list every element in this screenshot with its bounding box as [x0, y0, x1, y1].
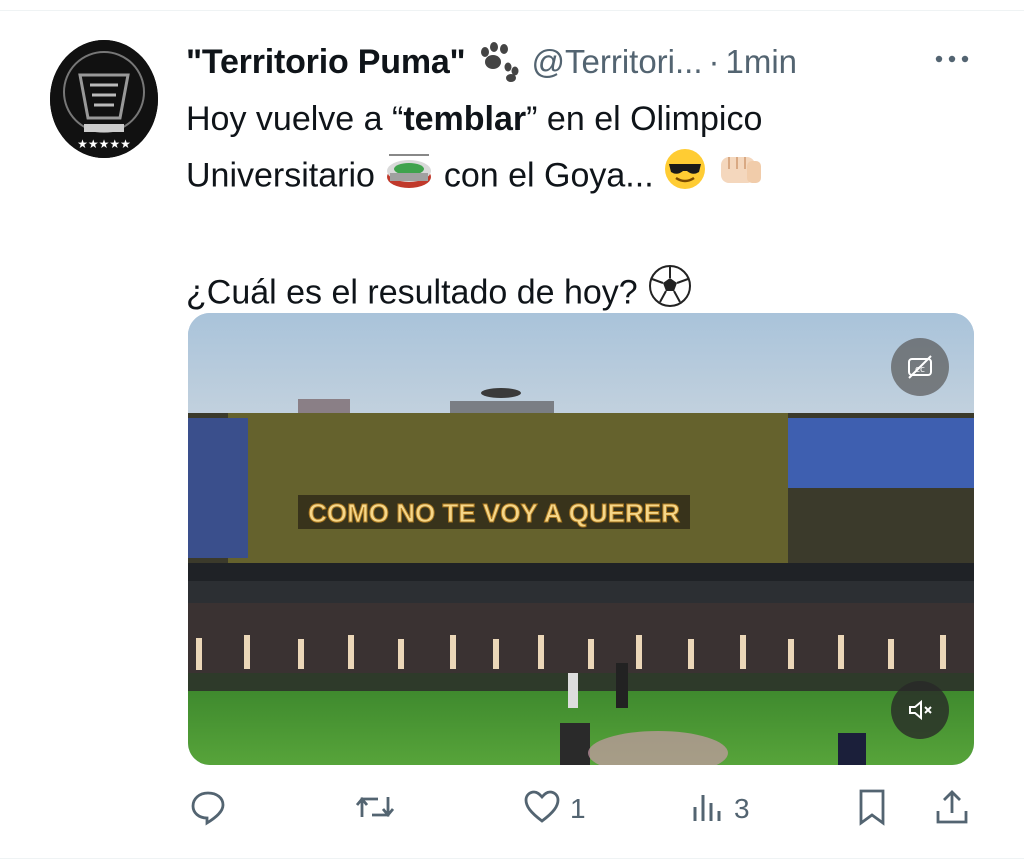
like-button[interactable]: 1 [522, 784, 586, 834]
handle[interactable]: @Territori... [531, 43, 702, 81]
bookmark-icon [854, 787, 890, 832]
share-button[interactable] [932, 784, 972, 834]
avatar[interactable]: ★★★★★ [50, 40, 158, 158]
views-button[interactable]: 3 [690, 784, 750, 834]
text-segment: con el Goya... [443, 156, 654, 195]
mute-icon[interactable] [891, 681, 949, 739]
closed-captions-icon[interactable]: cc [891, 338, 949, 396]
bookmark-button[interactable] [854, 784, 890, 834]
like-count: 1 [570, 793, 586, 824]
more-icon[interactable] [932, 44, 972, 74]
text-segment: ” en el Olimpico [526, 100, 763, 138]
stadium-emoji-icon [384, 147, 434, 208]
video-banner-text: COMO NO TE VOY A QUERER [308, 498, 680, 528]
repost-icon [354, 787, 396, 832]
top-divider [0, 10, 1024, 11]
reply-icon [188, 787, 228, 832]
paw-icon [477, 42, 521, 82]
views-icon [690, 787, 726, 832]
reply-button[interactable] [188, 784, 236, 834]
tweet-text: Hoy vuelve a “temblar” en el Olimpico Un… [186, 92, 966, 326]
like-icon [522, 787, 562, 832]
tweet-header: "Territorio Puma" @Territori... · 1min [186, 40, 986, 84]
timestamp[interactable]: 1min [726, 43, 798, 81]
text-segment: Universitario [186, 156, 375, 195]
svg-text:★★★★★: ★★★★★ [77, 137, 131, 151]
text-segment: Hoy vuelve a “ [186, 100, 404, 138]
avatar-logo: ★★★★★ [50, 40, 158, 158]
action-bar: 1 3 [186, 784, 976, 834]
video-player[interactable]: COMO NO TE VOY A QUERER cc [188, 313, 974, 765]
tweet-line-2: Universitario con el Goya... [186, 147, 966, 208]
text-bold: temblar [403, 100, 527, 138]
separator-dot: · [708, 43, 720, 80]
display-name[interactable]: "Territorio Puma" [186, 43, 466, 82]
video-frame: COMO NO TE VOY A QUERER [188, 313, 974, 765]
views-count: 3 [734, 793, 750, 824]
share-icon [932, 787, 972, 832]
bottom-divider [0, 858, 1024, 859]
repost-button[interactable] [354, 784, 404, 834]
text-segment: ¿Cuál es el resultado de hoy? [186, 273, 638, 312]
tweet-line-1: Hoy vuelve a “temblar” en el Olimpico [186, 92, 966, 147]
sunglasses-emoji-icon [663, 147, 707, 208]
fist-emoji-icon [717, 147, 765, 208]
